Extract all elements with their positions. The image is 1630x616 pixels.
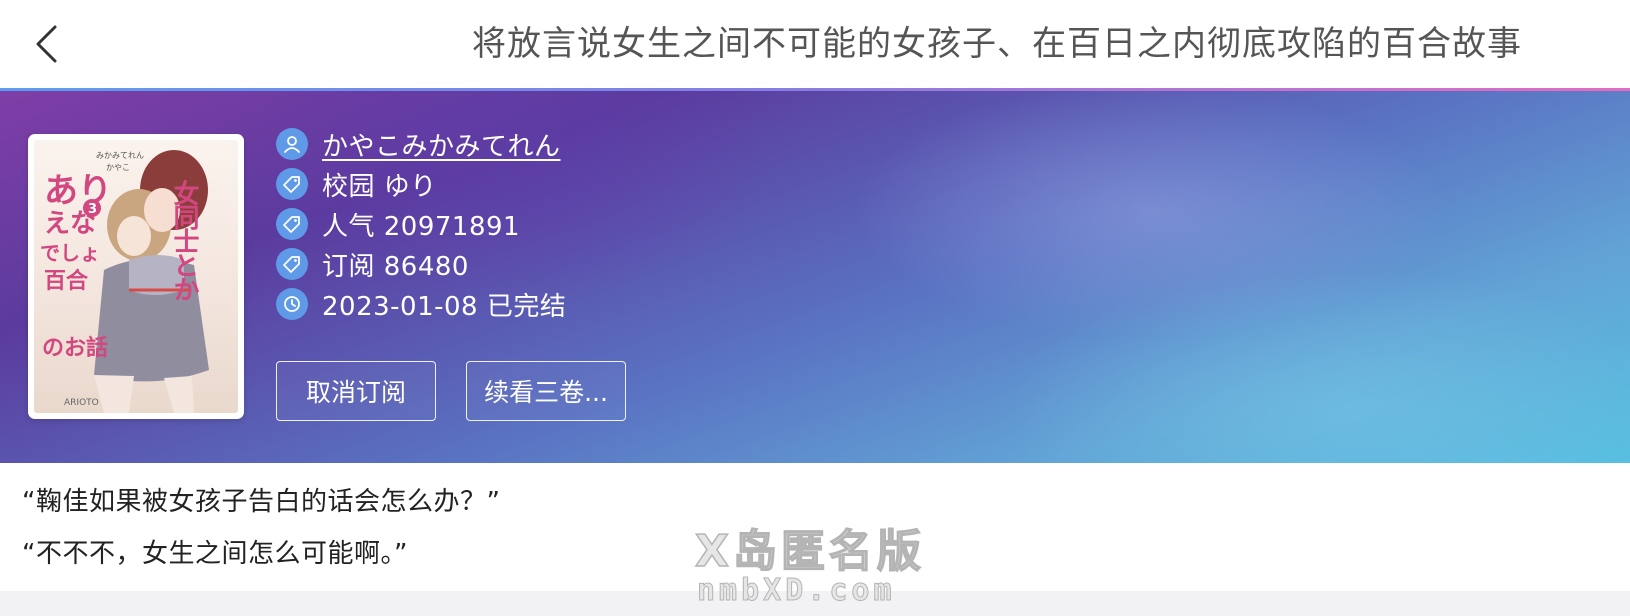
subscriptions-row: 订阅 86480	[276, 248, 469, 282]
cover-image: 女同士とか あり えな 3 でしょ 百合 のお話 みかみてれん かやこ ARIO…	[34, 140, 238, 413]
popularity-text: 人气 20971891	[322, 211, 521, 242]
tags-text: 校园 ゆり	[322, 171, 437, 202]
unsubscribe-button[interactable]: 取消订阅	[276, 361, 436, 421]
content-line-2: “不不不，女生之间怎么可能啊。”	[22, 539, 408, 569]
date-status-row: 2023-01-08 已完结	[276, 288, 567, 322]
cover-credit-author: みかみてれん	[96, 151, 144, 160]
content-preview: “鞠佳如果被女孩子告白的话会怎么办？” “不不不，女生之间怎么可能啊。”	[0, 463, 1630, 591]
author-row[interactable]: かやこみかみてれん	[276, 126, 561, 163]
popularity-row: 人气 20971891	[276, 208, 521, 242]
chevron-left-icon	[36, 25, 57, 63]
cover-publisher: ARIOTO	[64, 398, 99, 408]
user-icon	[276, 128, 308, 160]
cover-title-main: あり	[44, 171, 112, 211]
book-info-banner: 女同士とか あり えな 3 でしょ 百合 のお話 みかみてれん かやこ ARIO…	[0, 91, 1630, 463]
tag-icon	[276, 168, 308, 200]
cover-title-main-3: でしょ	[40, 241, 100, 265]
page-title: 将放言说女生之间不可能的女孩子、在百日之内彻底攻陷的百合故事	[472, 24, 1522, 64]
cover-credit-illustrator: かやこ	[106, 163, 130, 172]
cover-title-jp: 女同士とか	[169, 179, 199, 301]
cover-volume: 3	[88, 202, 97, 217]
tag-icon	[276, 248, 308, 280]
bottom-strip	[0, 591, 1630, 616]
tags-row: 校园 ゆり	[276, 168, 437, 202]
author-link[interactable]: かやこみかみてれん	[322, 126, 561, 163]
clock-icon	[276, 288, 308, 320]
tag-icon	[276, 208, 308, 240]
cover-subtitle-1: 百合	[44, 268, 89, 294]
cover-subtitle-2: のお話	[42, 335, 108, 361]
back-button[interactable]	[22, 20, 70, 68]
book-cover[interactable]: 女同士とか あり えな 3 でしょ 百合 のお話 みかみてれん かやこ ARIO…	[28, 134, 244, 419]
content-line-1: “鞠佳如果被女孩子告白的话会怎么办？”	[22, 487, 501, 517]
top-bar: 将放言说女生之间不可能的女孩子、在百日之内彻底攻陷的百合故事	[0, 0, 1630, 88]
date-status-text: 2023-01-08 已完结	[322, 291, 567, 322]
subscriptions-text: 订阅 86480	[322, 251, 469, 282]
continue-reading-button[interactable]: 续看三卷...	[466, 361, 626, 421]
